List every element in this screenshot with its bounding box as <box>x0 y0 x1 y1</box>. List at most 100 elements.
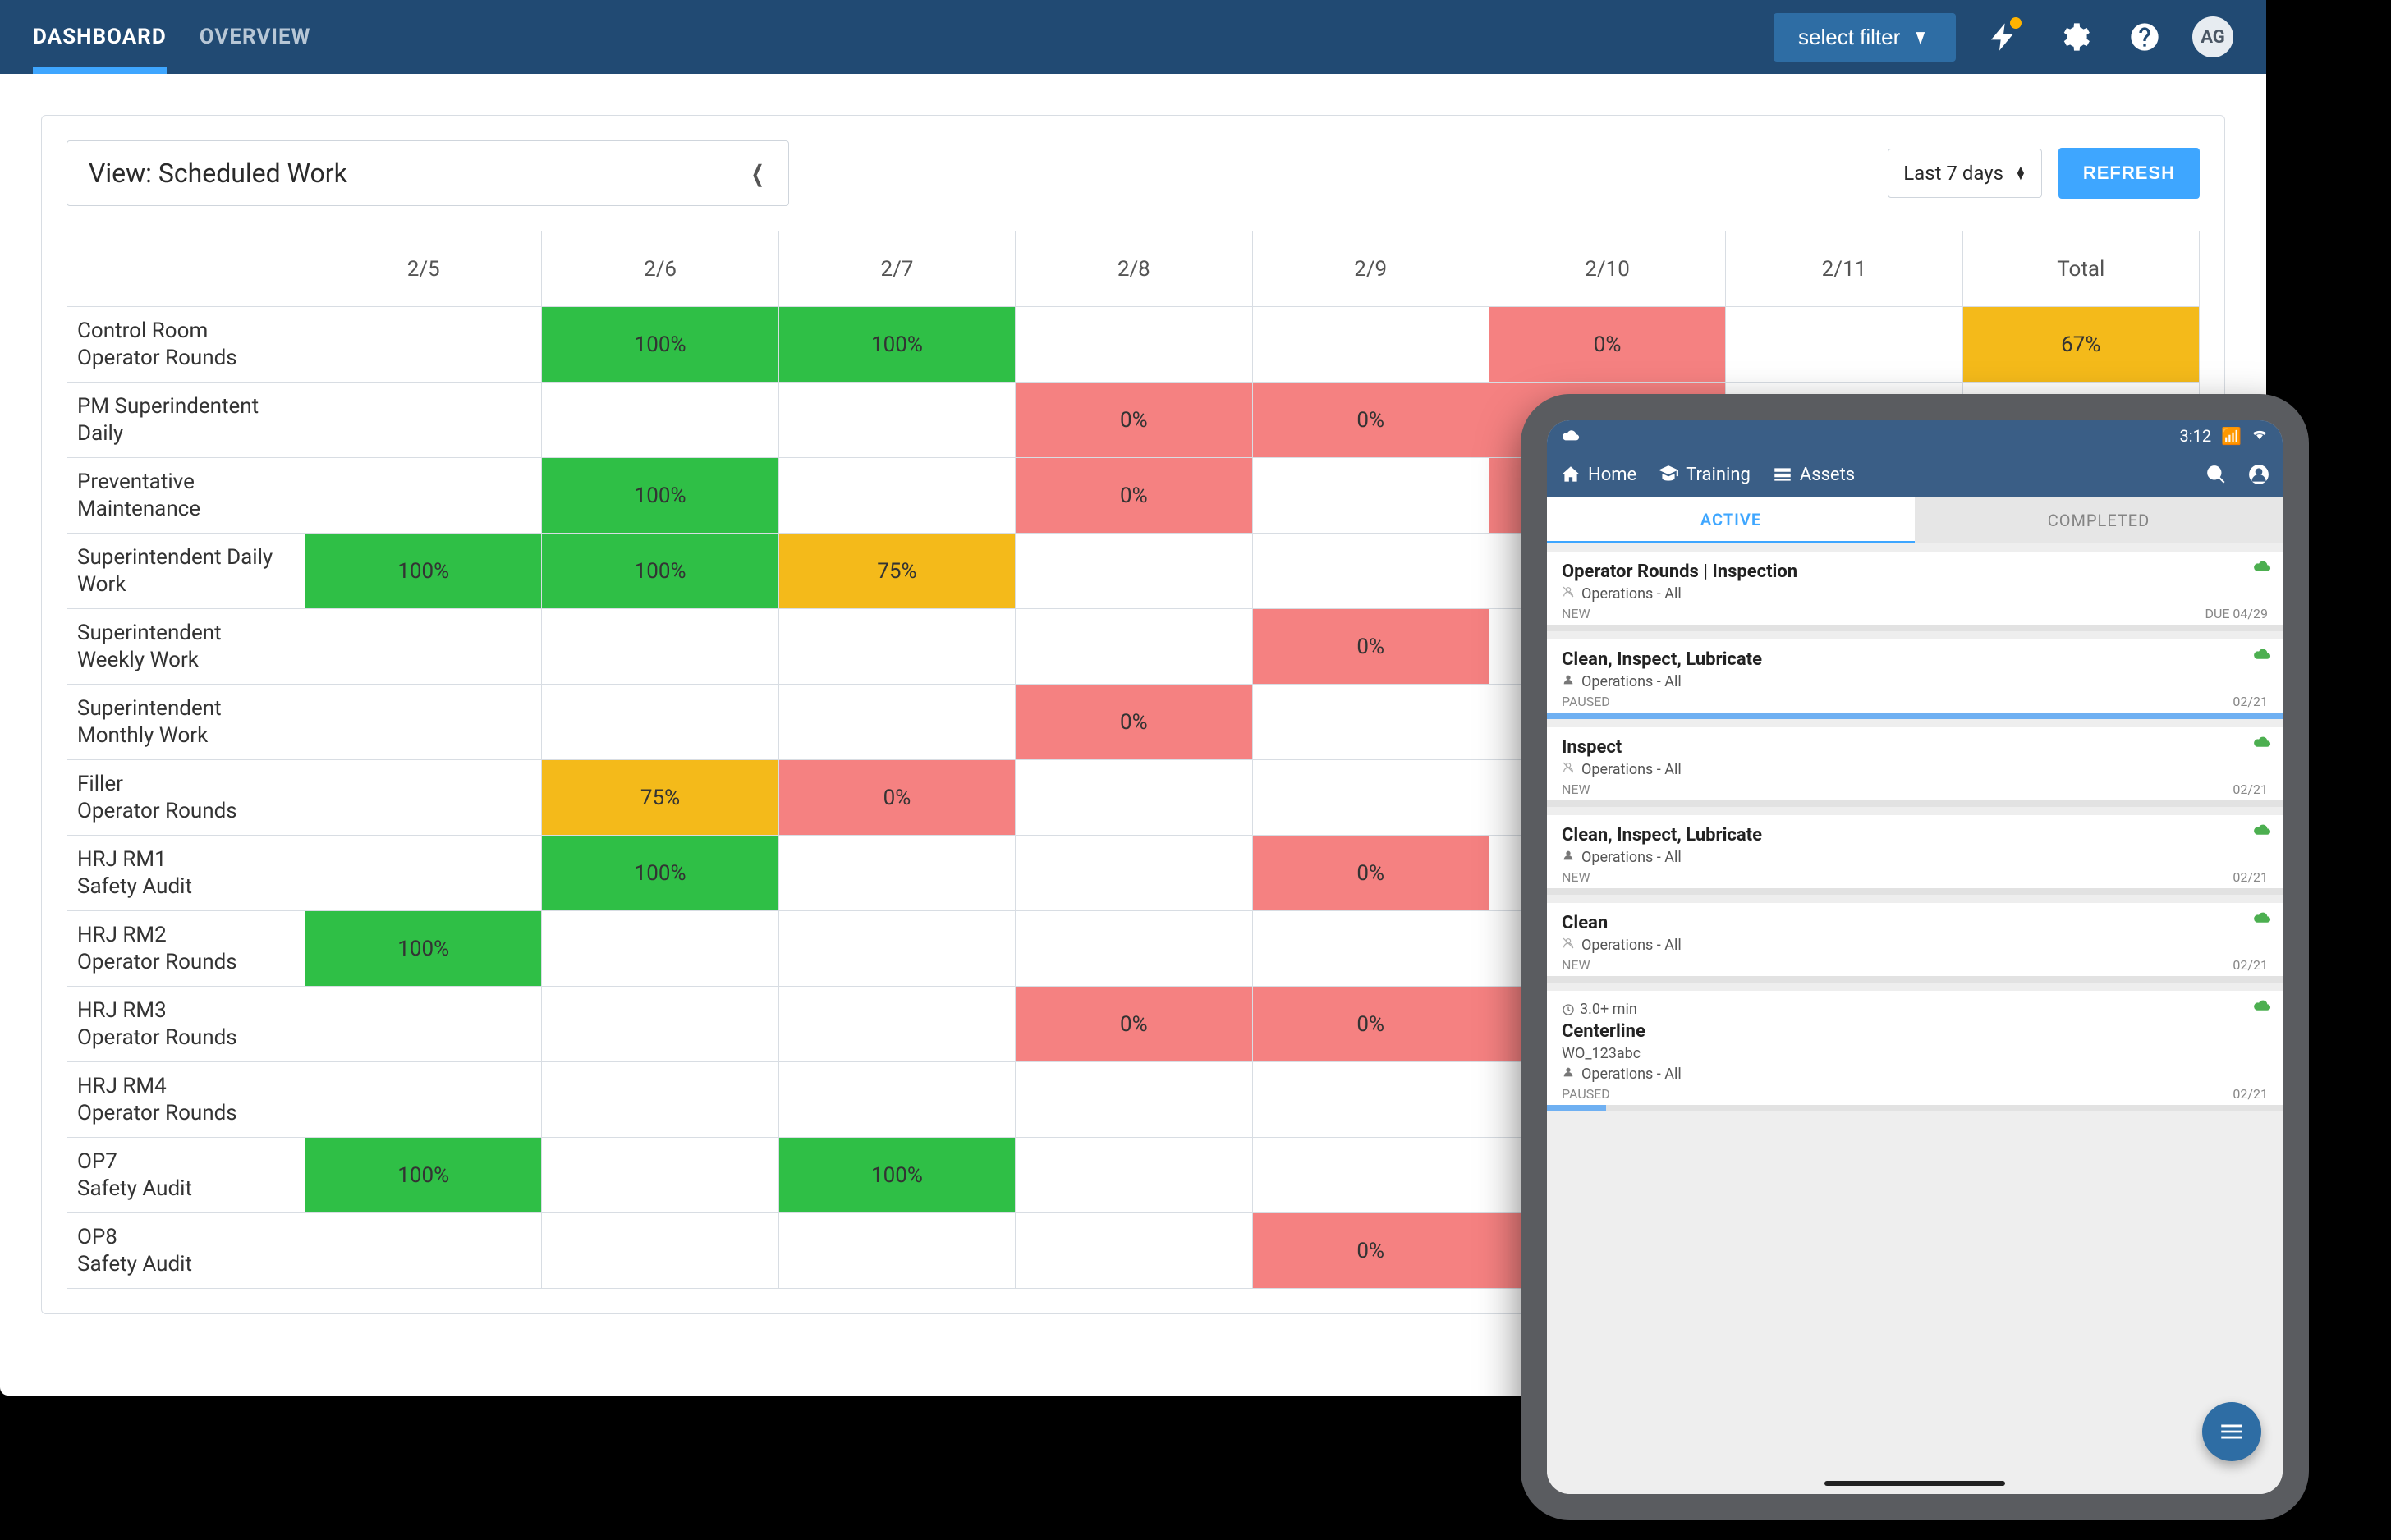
work-item[interactable]: Clean, Inspect, LubricateOperations - Al… <box>1547 639 2283 719</box>
chevron-left-icon: ❮ <box>750 160 764 187</box>
data-cell[interactable]: 100% <box>542 458 778 534</box>
data-cell[interactable] <box>542 383 778 458</box>
tab-overview[interactable]: OVERVIEW <box>200 0 311 74</box>
filter-select[interactable]: select filter ▼ <box>1774 13 1956 62</box>
data-cell[interactable]: 100% <box>778 1138 1015 1213</box>
data-cell[interactable]: 100% <box>542 836 778 911</box>
data-cell[interactable]: 100% <box>305 1138 542 1213</box>
work-list[interactable]: Operator Rounds | InspectionOperations -… <box>1547 543 2283 1494</box>
data-cell[interactable] <box>1016 609 1252 685</box>
data-cell[interactable] <box>542 609 778 685</box>
help-button[interactable] <box>2122 14 2168 60</box>
data-cell[interactable] <box>778 383 1015 458</box>
data-cell[interactable] <box>1726 307 1962 383</box>
data-cell[interactable] <box>1016 911 1252 987</box>
work-item[interactable]: Clean, Inspect, LubricateOperations - Al… <box>1547 815 2283 895</box>
work-item-sub: Operations - All <box>1562 673 2268 690</box>
data-cell[interactable] <box>542 911 778 987</box>
data-cell[interactable]: 100% <box>542 307 778 383</box>
data-cell[interactable] <box>1252 458 1489 534</box>
data-cell[interactable] <box>542 1062 778 1138</box>
data-cell[interactable] <box>1252 1062 1489 1138</box>
data-cell[interactable]: 100% <box>305 911 542 987</box>
data-cell[interactable]: 0% <box>1489 307 1725 383</box>
data-cell[interactable] <box>542 1213 778 1289</box>
data-cell[interactable] <box>305 383 542 458</box>
tablet-search-button[interactable] <box>2205 464 2227 485</box>
data-cell[interactable] <box>778 987 1015 1062</box>
data-cell[interactable] <box>1252 760 1489 836</box>
work-item-sub: Operations - All <box>1562 761 2268 778</box>
tablet-user-button[interactable] <box>2248 464 2269 485</box>
data-cell[interactable] <box>305 760 542 836</box>
refresh-button[interactable]: REFRESH <box>2058 148 2200 199</box>
data-cell[interactable] <box>542 685 778 760</box>
data-cell[interactable] <box>778 1062 1015 1138</box>
fab-menu-button[interactable] <box>2202 1402 2261 1461</box>
data-cell[interactable]: 0% <box>1016 383 1252 458</box>
work-item-date: DUE 04/29 <box>2205 606 2268 621</box>
work-item[interactable]: 3.0+ minCenterlineWO_123abcOperations - … <box>1547 991 2283 1111</box>
nav-assets[interactable]: Assets <box>1772 464 1855 485</box>
data-cell[interactable] <box>305 1213 542 1289</box>
data-cell[interactable] <box>778 836 1015 911</box>
data-cell[interactable] <box>1016 1213 1252 1289</box>
data-cell[interactable] <box>542 987 778 1062</box>
data-cell[interactable] <box>778 1213 1015 1289</box>
data-cell[interactable] <box>305 685 542 760</box>
settings-button[interactable] <box>2051 14 2097 60</box>
data-cell[interactable] <box>1016 760 1252 836</box>
data-cell[interactable] <box>542 1138 778 1213</box>
data-cell[interactable]: 0% <box>1016 987 1252 1062</box>
data-cell[interactable]: 0% <box>1252 609 1489 685</box>
data-cell[interactable]: 67% <box>1962 307 2199 383</box>
data-cell[interactable]: 75% <box>778 534 1015 609</box>
seg-active[interactable]: ACTIVE <box>1547 497 1915 543</box>
tab-dashboard[interactable]: DASHBOARD <box>33 0 167 74</box>
data-cell[interactable] <box>1016 1062 1252 1138</box>
data-cell[interactable]: 100% <box>778 307 1015 383</box>
work-item[interactable]: Operator Rounds | InspectionOperations -… <box>1547 552 2283 631</box>
data-cell[interactable] <box>778 458 1015 534</box>
date-range-select[interactable]: Last 7 days ▲▼ <box>1888 149 2042 198</box>
data-cell[interactable] <box>1252 911 1489 987</box>
data-cell[interactable] <box>1016 1138 1252 1213</box>
nav-home[interactable]: Home <box>1560 464 1636 485</box>
user-avatar[interactable]: AG <box>2192 16 2233 57</box>
data-cell[interactable]: 0% <box>1252 987 1489 1062</box>
nav-training[interactable]: Training <box>1658 464 1751 485</box>
data-cell[interactable]: 0% <box>778 760 1015 836</box>
data-cell[interactable] <box>1252 1138 1489 1213</box>
data-cell[interactable] <box>1252 685 1489 760</box>
data-cell[interactable]: 0% <box>1016 685 1252 760</box>
data-cell[interactable] <box>305 1062 542 1138</box>
data-cell[interactable]: 100% <box>305 534 542 609</box>
data-cell[interactable] <box>1016 307 1252 383</box>
data-cell[interactable]: 0% <box>1252 383 1489 458</box>
view-select[interactable]: View: Scheduled Work ❮ <box>67 140 789 206</box>
data-cell[interactable] <box>778 685 1015 760</box>
data-cell[interactable]: 0% <box>1016 458 1252 534</box>
data-cell[interactable] <box>778 911 1015 987</box>
seg-completed[interactable]: COMPLETED <box>1915 497 2283 543</box>
work-item[interactable]: InspectOperations - AllNEW02/21 <box>1547 727 2283 807</box>
data-cell[interactable] <box>305 609 542 685</box>
work-item-status: NEW <box>1562 957 1590 973</box>
data-cell[interactable]: 0% <box>1252 1213 1489 1289</box>
data-cell[interactable]: 75% <box>542 760 778 836</box>
data-cell[interactable] <box>305 458 542 534</box>
data-cell[interactable] <box>1252 307 1489 383</box>
data-cell[interactable] <box>1016 836 1252 911</box>
cloud-sync-icon <box>2253 560 2271 573</box>
data-cell[interactable] <box>305 987 542 1062</box>
data-cell[interactable] <box>778 609 1015 685</box>
notifications-button[interactable] <box>1980 14 2026 60</box>
work-item[interactable]: CleanOperations - AllNEW02/21 <box>1547 903 2283 983</box>
row-label: HRJ RM4Operator Rounds <box>67 1062 305 1138</box>
data-cell[interactable] <box>1252 534 1489 609</box>
data-cell[interactable] <box>305 307 542 383</box>
data-cell[interactable]: 100% <box>542 534 778 609</box>
data-cell[interactable] <box>305 836 542 911</box>
data-cell[interactable]: 0% <box>1252 836 1489 911</box>
data-cell[interactable] <box>1016 534 1252 609</box>
